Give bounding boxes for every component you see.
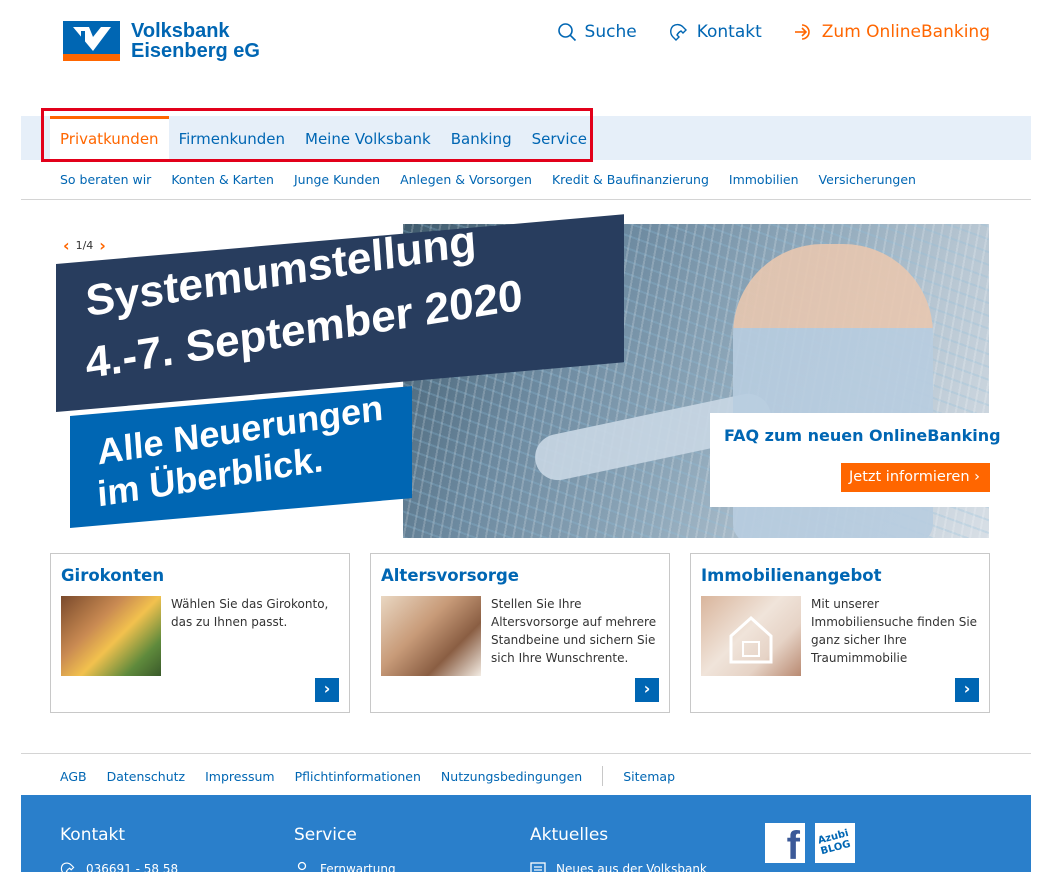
search-link[interactable]: Suche	[557, 22, 637, 42]
house-icon	[729, 615, 773, 664]
footer-col-news: Aktuelles Neues aus der Volksbank	[530, 825, 707, 872]
volksbank-logo[interactable]: Volksbank Eisenberg eG	[63, 21, 260, 61]
teaser-cards: Girokonten Wählen Sie das Girokonto, das…	[50, 553, 990, 713]
contact-link-label: Kontakt	[696, 22, 762, 42]
volksbank-logo-icon	[63, 21, 120, 61]
azubi-blog-label: Azubi BLOG	[816, 827, 852, 858]
newspaper-icon	[530, 862, 546, 872]
card-image-altersvorsorge	[381, 596, 481, 676]
footer-divider	[21, 753, 1031, 754]
footer-link-sitemap[interactable]: Sitemap	[623, 769, 675, 784]
logo-line-1: Volksbank	[131, 20, 230, 42]
nav-privatkunden[interactable]: Privatkunden	[50, 116, 169, 160]
footer-news-item-label: Neues aus der Volksbank	[556, 862, 707, 872]
footer-link-datenschutz[interactable]: Datenschutz	[107, 769, 186, 784]
faq-cta-label: Jetzt informieren	[849, 469, 970, 485]
faq-title: FAQ zum neuen OnlineBanking	[724, 426, 1001, 445]
site-footer: Kontakt 036691 - 58 58 Service Fernwartu…	[21, 795, 1031, 872]
card-altersvorsorge[interactable]: Altersvorsorge Stellen Sie Ihre Altersvo…	[370, 553, 670, 713]
footer-col-service: Service Fernwartung	[294, 825, 396, 872]
logo-symbol-icon	[73, 27, 111, 51]
footer-service-item-label: Fernwartung	[320, 862, 396, 872]
subnav-junge-kunden[interactable]: Junge Kunden	[294, 172, 380, 187]
card-title: Immobilienangebot	[701, 566, 882, 585]
footer-contact-title: Kontakt	[60, 825, 126, 845]
main-navigation-items: Privatkunden Firmenkunden Meine Volksban…	[50, 116, 597, 160]
chevron-right-icon[interactable]: ›	[315, 678, 339, 702]
footer-separator	[602, 766, 604, 786]
subnav-anlegen-vorsorgen[interactable]: Anlegen & Vorsorgen	[400, 172, 532, 187]
footer-service-fernwartung[interactable]: Fernwartung	[294, 861, 396, 872]
logo-line-2: Eisenberg eG	[131, 40, 260, 62]
login-icon	[794, 24, 810, 40]
contact-link[interactable]: Kontakt	[669, 22, 762, 42]
card-text: Mit unserer Immobiliensuche finden Sie g…	[811, 597, 978, 665]
nav-service[interactable]: Service	[522, 116, 597, 160]
main-navigation: Privatkunden Firmenkunden Meine Volksban…	[21, 116, 1031, 160]
logo-orange-stripe	[63, 54, 120, 61]
phone-icon	[60, 862, 75, 872]
logo-text: Volksbank Eisenberg eG	[131, 21, 260, 61]
facebook-icon[interactable]: f	[765, 823, 805, 868]
sub-navigation: So beraten wir Konten & Karten Junge Kun…	[60, 172, 916, 187]
nav-firmenkunden[interactable]: Firmenkunden	[169, 116, 295, 160]
slider-next-icon[interactable]: ›	[99, 236, 106, 255]
footer-news-title: Aktuelles	[530, 825, 609, 845]
footer-link-impressum[interactable]: Impressum	[205, 769, 274, 784]
faq-cta-button[interactable]: Jetzt informieren ›	[841, 463, 990, 492]
phone-icon	[669, 23, 687, 41]
chevron-right-icon: ›	[974, 469, 980, 485]
chevron-right-icon[interactable]: ›	[635, 678, 659, 702]
card-text: Wählen Sie das Girokonto, das zu Ihnen p…	[171, 597, 329, 629]
azubi-blog-icon[interactable]: Azubi BLOG	[815, 823, 855, 863]
footer-contact-phone[interactable]: 036691 - 58 58	[60, 861, 178, 872]
subnav-immobilien[interactable]: Immobilien	[729, 172, 799, 187]
footer-link-agb[interactable]: AGB	[60, 769, 87, 784]
footer-service-title: Service	[294, 825, 357, 845]
subnav-konten-karten[interactable]: Konten & Karten	[171, 172, 274, 187]
top-links: Suche Kontakt Zum OnlineBanking	[557, 22, 990, 42]
footer-news-item[interactable]: Neues aus der Volksbank	[530, 861, 707, 872]
card-image-immobilien	[701, 596, 801, 676]
user-icon	[297, 861, 307, 871]
search-icon	[557, 23, 576, 42]
nav-meine-volksbank[interactable]: Meine Volksbank	[295, 116, 441, 160]
footer-links: AGB Datenschutz Impressum Pflichtinforma…	[60, 766, 675, 786]
onlinebanking-link[interactable]: Zum OnlineBanking	[794, 22, 990, 42]
slider-pager: ‹ 1/4 ›	[63, 236, 106, 255]
card-text: Stellen Sie Ihre Altersvorsorge auf mehr…	[491, 597, 657, 665]
footer-link-pflichtinformationen[interactable]: Pflichtinformationen	[295, 769, 421, 784]
card-girokonten[interactable]: Girokonten Wählen Sie das Girokonto, das…	[50, 553, 350, 713]
card-image-girokonten	[61, 596, 161, 676]
footer-col-contact: Kontakt 036691 - 58 58	[60, 825, 178, 872]
card-title: Girokonten	[61, 566, 165, 585]
subnav-divider	[21, 199, 1031, 200]
site-header: Volksbank Eisenberg eG Suche Kontakt Zum…	[0, 0, 1052, 110]
slider-count: 1/4	[75, 239, 94, 252]
chevron-right-icon[interactable]: ›	[955, 678, 979, 702]
search-link-label: Suche	[584, 22, 637, 42]
faq-teaser: FAQ zum neuen OnlineBanking Jetzt inform…	[710, 413, 1001, 507]
slider-prev-icon[interactable]: ‹	[63, 236, 70, 255]
card-title: Altersvorsorge	[381, 566, 519, 585]
onlinebanking-link-label: Zum OnlineBanking	[821, 22, 990, 42]
footer-link-nutzungsbedingungen[interactable]: Nutzungsbedingungen	[441, 769, 582, 784]
subnav-versicherungen[interactable]: Versicherungen	[819, 172, 916, 187]
nav-banking[interactable]: Banking	[441, 116, 522, 160]
subnav-so-beraten-wir[interactable]: So beraten wir	[60, 172, 151, 187]
card-immobilienangebot[interactable]: Immobilienangebot Mit unserer Immobilien…	[690, 553, 990, 713]
footer-phone-number: 036691 - 58 58	[86, 862, 179, 872]
subnav-kredit-baufinanzierung[interactable]: Kredit & Baufinanzierung	[552, 172, 709, 187]
